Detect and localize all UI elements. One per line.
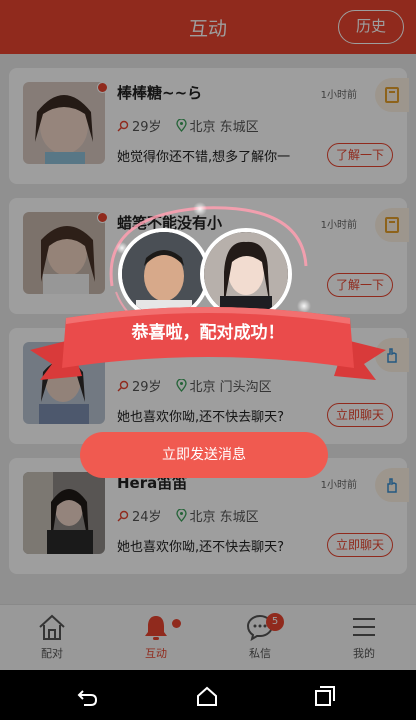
ribbon-banner	[30, 307, 386, 380]
match-success-text: 恭喜啦，配对成功！	[131, 323, 285, 343]
match-popup: 恭喜啦，配对成功！ 立即发送消息	[0, 190, 416, 490]
back-icon[interactable]	[76, 685, 98, 707]
send-message-button[interactable]: 立即发送消息	[80, 432, 328, 478]
system-nav-bar	[0, 670, 416, 720]
app-screen: 互动 历史 棒棒糖~~ら 1小时前 29岁 北京 东城区 她觉得你还不错,想多了…	[0, 0, 416, 670]
home-nav-icon[interactable]	[196, 685, 218, 707]
recents-icon[interactable]	[314, 685, 336, 707]
